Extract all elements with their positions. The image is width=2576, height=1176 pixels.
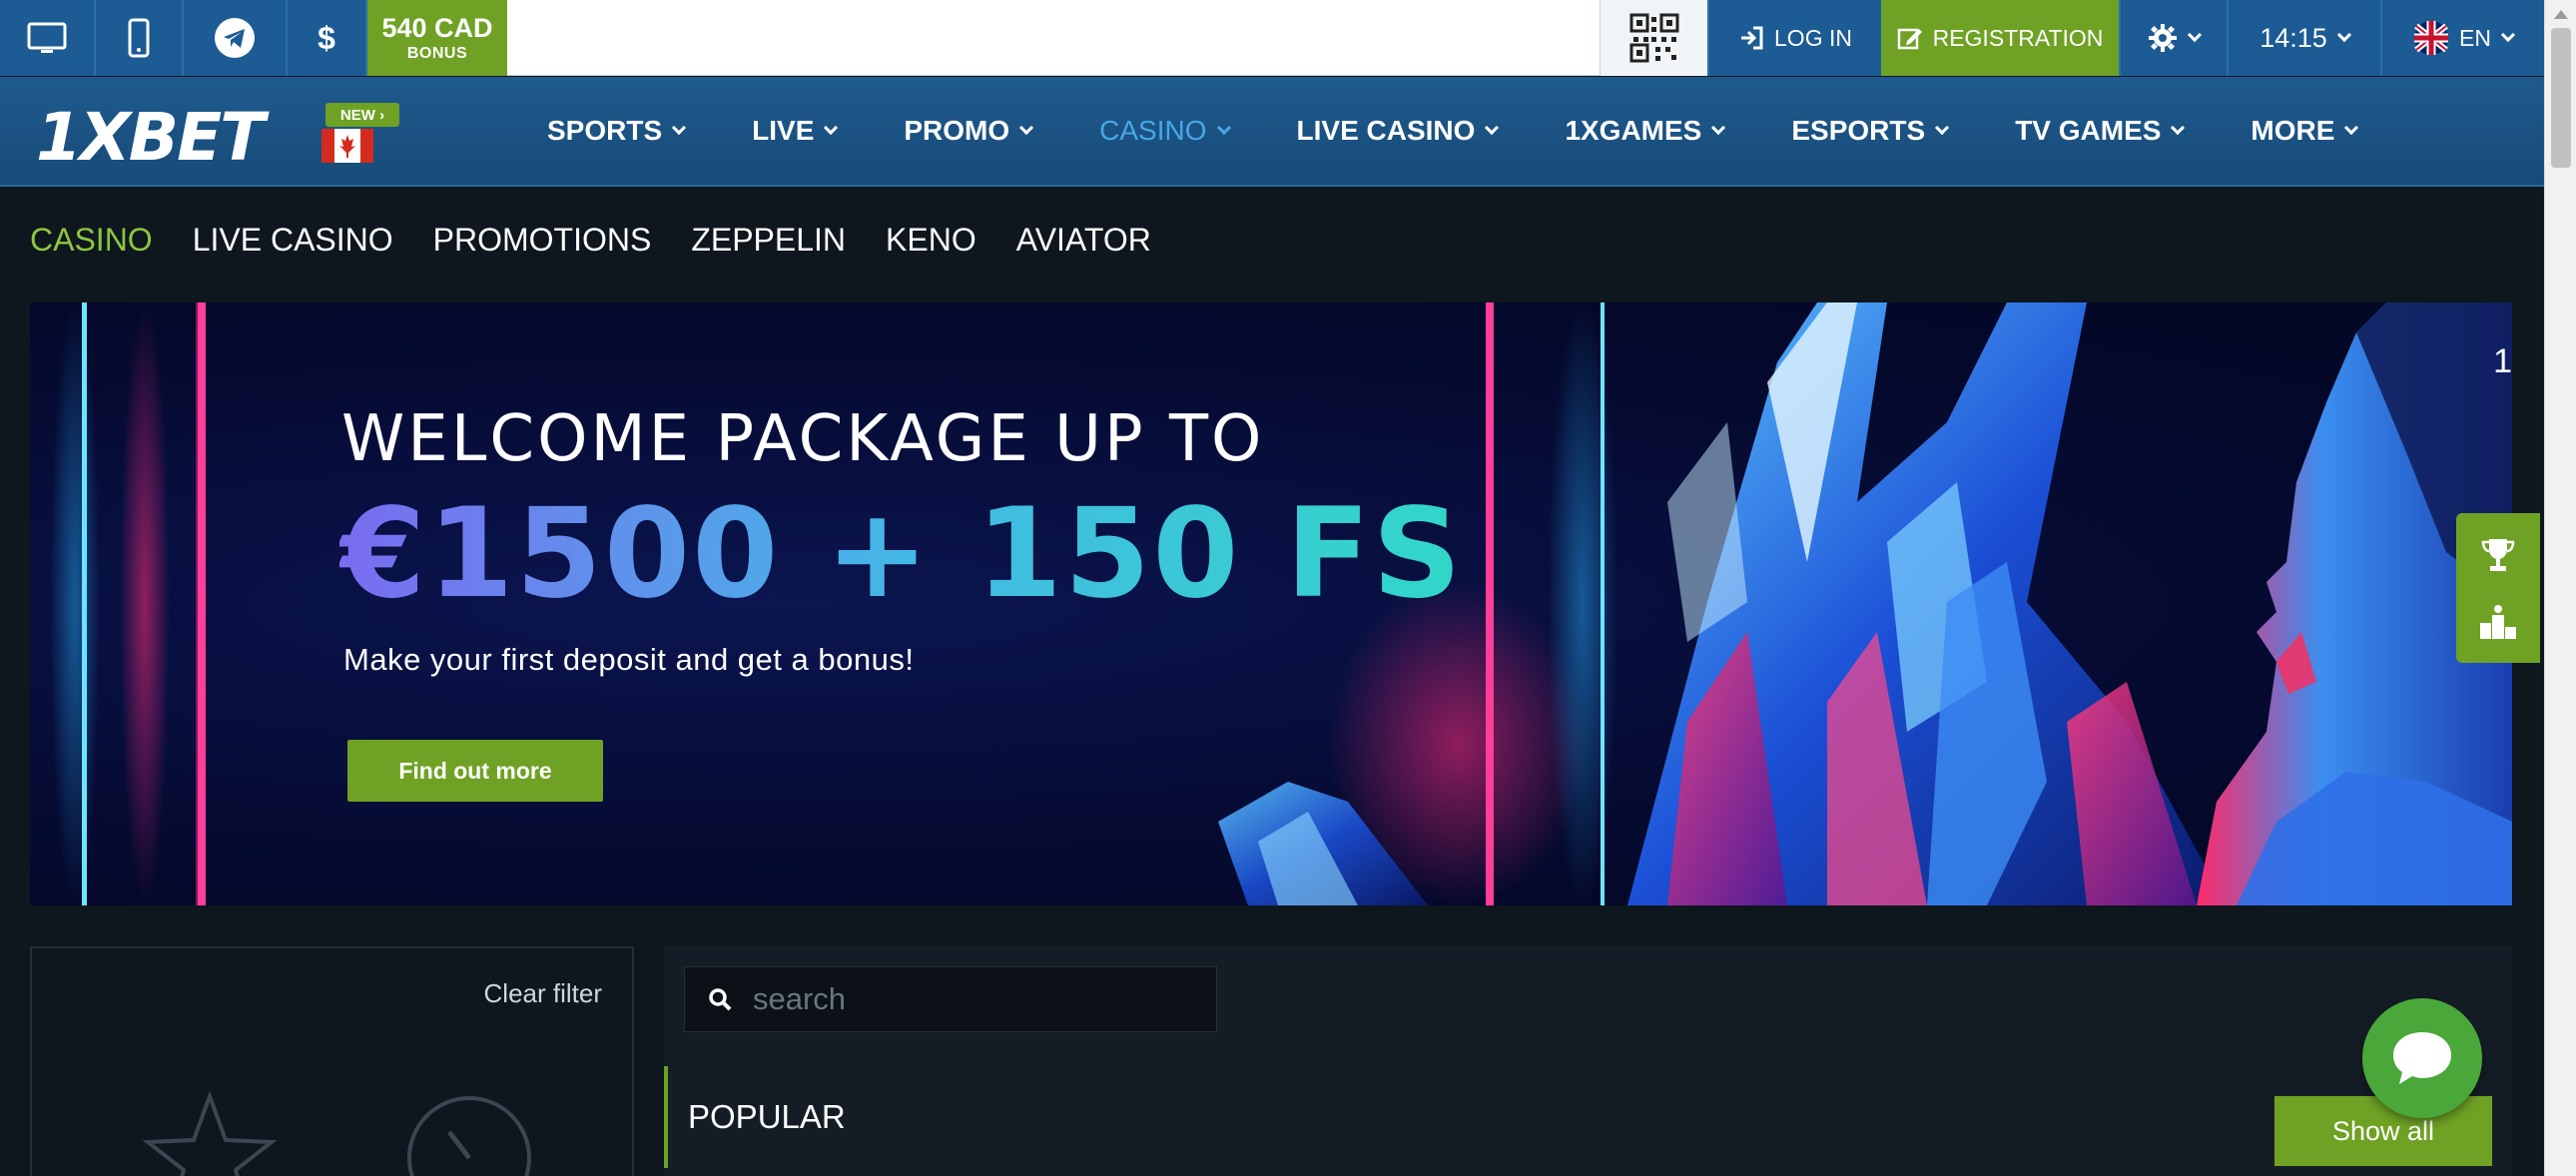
nav-promo[interactable]: PROMO <box>904 115 1034 147</box>
nav-live-casino[interactable]: LIVE CASINO <box>1297 115 1500 147</box>
bonus-button[interactable]: 540 CAD BONUS <box>367 0 507 76</box>
nav-1xgames[interactable]: 1XGAMES <box>1565 115 1726 147</box>
nav-more[interactable]: MORE <box>2251 115 2359 147</box>
page-scrollbar[interactable] <box>2544 0 2576 1176</box>
search-box[interactable] <box>684 966 1217 1032</box>
top-bar-right: LOG IN REGISTRATION 14:15 EN <box>1600 0 2544 76</box>
filter-panel: Clear filter <box>30 946 634 1176</box>
side-widget <box>2456 513 2540 663</box>
scrollbar-thumb[interactable] <box>2551 28 2571 168</box>
login-button[interactable]: LOG IN <box>1707 0 1881 76</box>
subnav-casino[interactable]: CASINO <box>30 222 153 259</box>
time-selector[interactable]: 14:15 <box>2227 0 2380 76</box>
star-icon[interactable] <box>140 1088 280 1176</box>
banner-title-line2: €1500 + 150 FS <box>339 482 1464 626</box>
top-bar: $ 540 CAD BONUS LOG IN REGISTRATION 14:1… <box>0 0 2544 76</box>
promo-banner[interactable]: WELCOME PACKAGE UP TO €1500 + 150 FS Mak… <box>30 302 2512 905</box>
nav-tv-games[interactable]: TV GAMES <box>2015 115 2186 147</box>
telegram-button[interactable] <box>184 0 288 76</box>
new-badge[interactable]: NEW › <box>325 103 399 127</box>
subnav-live-casino[interactable]: LIVE CASINO <box>193 222 393 259</box>
dollar-icon: $ <box>318 20 335 56</box>
registration-label: REGISTRATION <box>1932 24 2104 51</box>
main-nav-items: SPORTS LIVE PROMO CASINO LIVE CASINO 1XG… <box>547 77 2424 185</box>
nav-live[interactable]: LIVE <box>752 115 839 147</box>
nav-sports[interactable]: SPORTS <box>547 115 687 147</box>
trophy-icon[interactable] <box>2476 533 2520 577</box>
chevron-down-icon <box>824 120 839 136</box>
chevron-down-icon <box>1711 120 1726 136</box>
search-input[interactable] <box>753 981 1192 1017</box>
desktop-icon <box>27 22 67 53</box>
bonus-amount: 540 CAD <box>381 12 493 43</box>
mobile-version-button[interactable] <box>96 0 184 76</box>
subnav-aviator[interactable]: AVIATOR <box>1016 222 1151 259</box>
slide-indicator: 1 <box>2493 342 2512 380</box>
edit-icon <box>1897 28 1922 50</box>
settings-button[interactable] <box>2119 0 2227 76</box>
dollar-button[interactable]: $ <box>288 0 367 76</box>
clear-filter-link[interactable]: Clear filter <box>484 978 602 1009</box>
site-logo[interactable]: 1XBET <box>36 99 265 176</box>
scroll-up-arrow-icon[interactable] <box>2554 10 2568 19</box>
uk-flag-icon <box>2414 21 2449 55</box>
chat-button[interactable] <box>2362 998 2482 1118</box>
find-out-more-button[interactable]: Find out more <box>347 740 603 802</box>
chevron-down-icon <box>672 120 687 136</box>
bonus-label: BONUS <box>406 44 468 62</box>
nav-casino[interactable]: CASINO <box>1099 115 1231 147</box>
show-all-button[interactable]: Show all <box>2274 1096 2492 1166</box>
chevron-down-icon <box>1935 120 1950 136</box>
subnav-zeppelin[interactable]: ZEPPELIN <box>691 222 846 259</box>
chevron-down-icon <box>2171 120 2186 136</box>
telegram-icon <box>215 18 255 58</box>
chevron-down-icon <box>1019 120 1034 136</box>
canada-flag-icon[interactable] <box>322 129 373 163</box>
main-navigation: 1XBET NEW › SPORTS LIVE PROMO CASINO LIV… <box>0 77 2544 187</box>
subnav-promotions[interactable]: PROMOTIONS <box>433 222 652 259</box>
banner-title-line1: WELCOME PACKAGE UP TO <box>341 402 1265 476</box>
svg-text:$: $ <box>318 20 335 56</box>
language-label: EN <box>2459 24 2491 51</box>
time-display: 14:15 <box>2259 22 2327 53</box>
chevron-down-icon <box>2187 27 2203 43</box>
language-selector[interactable]: EN <box>2380 0 2544 76</box>
popular-section-title: POPULAR <box>664 1066 846 1168</box>
nav-esports[interactable]: ESPORTS <box>1791 115 1950 147</box>
login-label: LOG IN <box>1774 24 1852 51</box>
gear-icon <box>2149 24 2177 52</box>
mobile-icon <box>128 18 150 58</box>
desktop-version-button[interactable] <box>0 0 96 76</box>
chevron-down-icon <box>1216 120 1231 136</box>
casino-sub-navigation: CASINO LIVE CASINO PROMOTIONS ZEPPELIN K… <box>30 222 1191 259</box>
chevron-down-icon <box>2336 27 2351 43</box>
stopwatch-icon[interactable] <box>399 1084 539 1176</box>
qr-code-button[interactable] <box>1600 0 1707 76</box>
registration-button[interactable]: REGISTRATION <box>1881 0 2119 76</box>
qr-code-icon <box>1629 13 1678 63</box>
subnav-keno[interactable]: KENO <box>886 222 976 259</box>
podium-icon[interactable] <box>2476 601 2520 645</box>
banner-subtitle: Make your first deposit and get a bonus! <box>343 642 915 677</box>
chevron-down-icon <box>1485 120 1500 136</box>
games-content: POPULAR Show all <box>664 946 2512 1176</box>
search-icon <box>709 988 732 1011</box>
chat-bubble-icon <box>2393 1032 2451 1084</box>
top-bar-left: $ 540 CAD BONUS <box>0 0 507 76</box>
chevron-down-icon <box>2344 120 2359 136</box>
login-icon <box>1741 26 1763 50</box>
chevron-down-icon <box>2500 27 2516 43</box>
